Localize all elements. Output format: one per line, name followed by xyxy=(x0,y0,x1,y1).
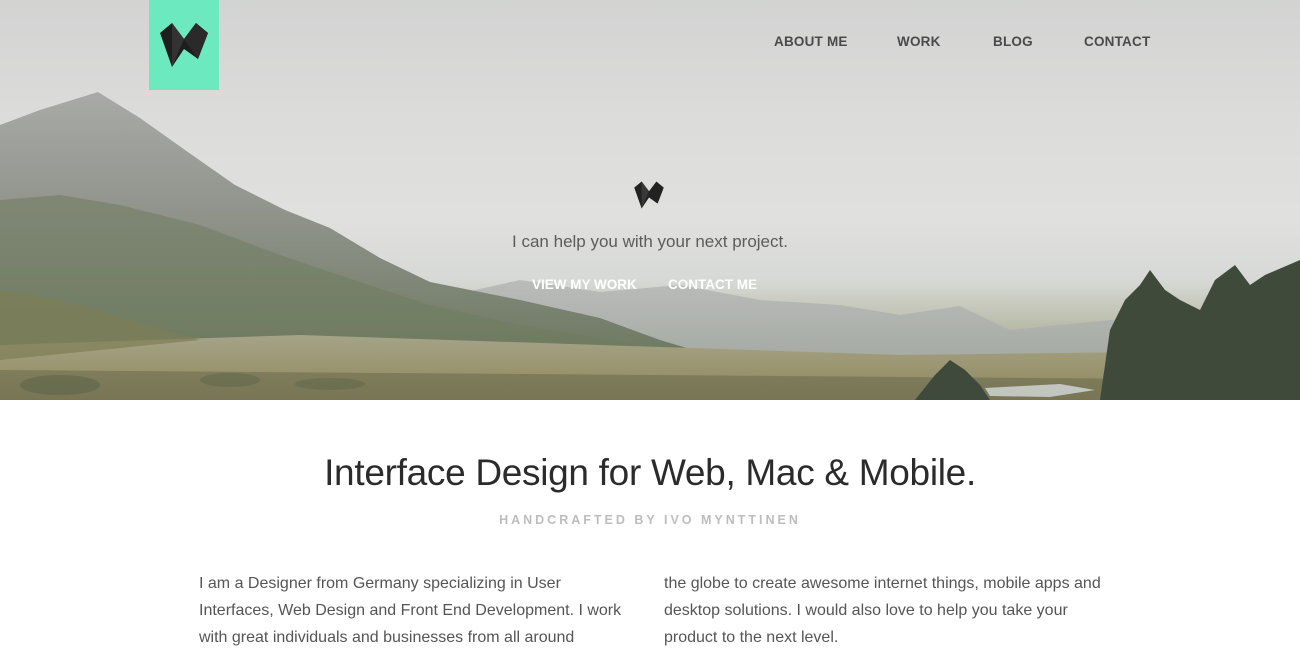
nav-contact[interactable]: CONTACT xyxy=(1084,34,1150,49)
logo-m-icon xyxy=(160,23,208,67)
page-headline: Interface Design for Web, Mac & Mobile. xyxy=(324,452,976,493)
view-my-work-link[interactable]: VIEW MY WORK xyxy=(532,277,637,292)
nav-about-me[interactable]: ABOUT ME xyxy=(774,34,848,49)
intro-paragraph-right: the globe to create awesome internet thi… xyxy=(664,575,1101,646)
intro-paragraph-left: I am a Designer from Germany specializin… xyxy=(199,575,622,646)
hero-tagline: I can help you with your next project. xyxy=(512,232,788,251)
hero-section: ABOUT ME WORK BLOG CONTACT I can help yo… xyxy=(0,0,1300,400)
nav-blog[interactable]: BLOG xyxy=(993,34,1033,49)
hero-logo-mark-icon xyxy=(633,178,665,217)
nav-work[interactable]: WORK xyxy=(897,34,941,49)
site-logo[interactable] xyxy=(149,0,219,90)
page-subhead: HANDCRAFTED BY IVO MYNTTINEN xyxy=(499,513,801,527)
contact-me-link[interactable]: CONTACT ME xyxy=(668,277,757,292)
